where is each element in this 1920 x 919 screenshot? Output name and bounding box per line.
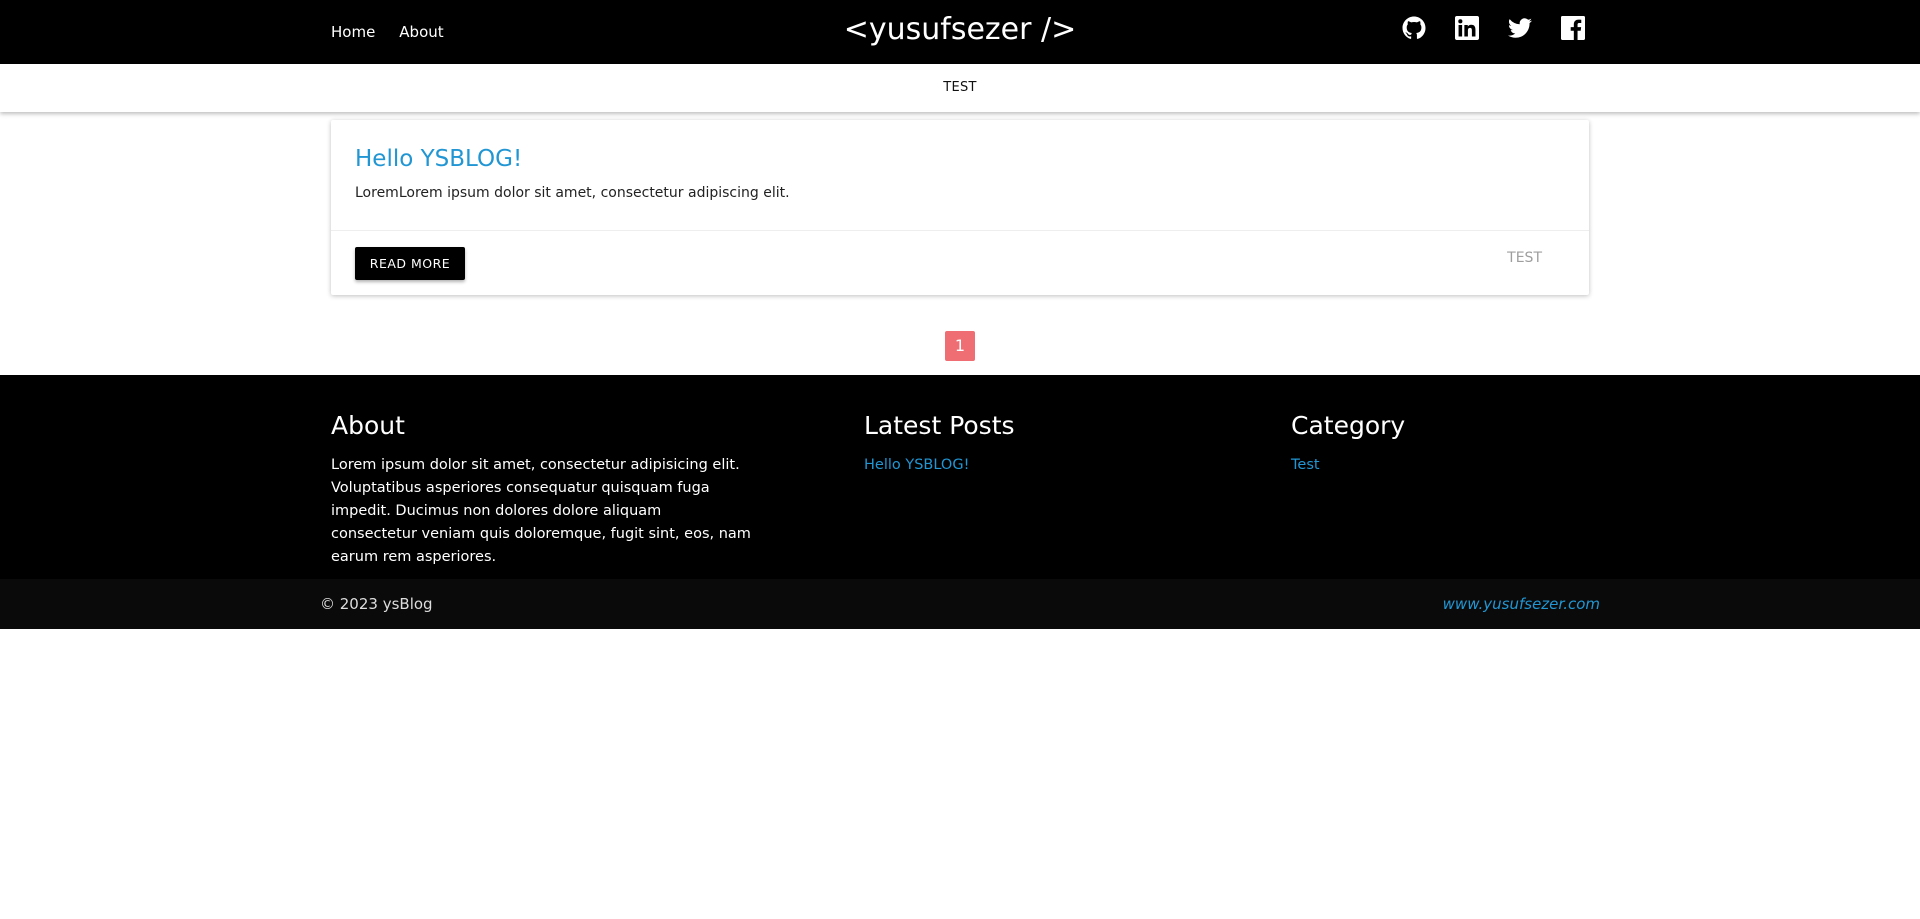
site-link[interactable]: www.yusufsezer.com <box>1443 595 1600 613</box>
post-tag[interactable]: TEST <box>1507 250 1542 266</box>
footer-bottom-bar: © 2023 ysBlog www.yusufsezer.com <box>0 579 1920 629</box>
linkedin-icon[interactable] <box>1455 16 1479 40</box>
github-icon[interactable] <box>1402 16 1426 40</box>
footer-category-heading: Category <box>1291 411 1406 440</box>
social-links <box>1402 16 1585 40</box>
facebook-icon[interactable] <box>1561 16 1585 40</box>
post-title[interactable]: Hello YSBLOG! <box>355 146 522 172</box>
category-bar: TEST <box>0 64 1920 112</box>
copyright-text: © 2023 ysBlog <box>320 595 433 613</box>
post-card: Hello YSBLOG! LoremLorem ipsum dolor sit… <box>331 120 1589 295</box>
footer-about-heading: About <box>331 411 405 440</box>
pagination-page-1[interactable]: 1 <box>945 331 975 361</box>
top-navbar: Home About <yusufsezer /> <box>0 0 1920 64</box>
footer-about-text: Lorem ipsum dolor sit amet, consectetur … <box>331 457 751 565</box>
footer-about: About Lorem ipsum dolor sit amet, consec… <box>331 411 751 569</box>
category-test-link[interactable]: TEST <box>943 64 977 112</box>
nav-home-link[interactable]: Home <box>331 23 375 41</box>
nav-links: Home About <box>331 0 444 64</box>
footer-category: Category Test <box>1291 411 1405 473</box>
footer-latest-posts: Latest Posts Hello YSBLOG! <box>864 411 1015 473</box>
twitter-icon[interactable] <box>1508 16 1532 40</box>
brand-container: <yusufsezer /> <box>0 12 1920 47</box>
footer-latest-post-link[interactable]: Hello YSBLOG! <box>864 457 969 473</box>
footer-category-link[interactable]: Test <box>1291 457 1320 473</box>
read-more-button[interactable]: READ MORE <box>355 247 465 280</box>
brand-logo-text[interactable]: <yusufsezer /> <box>844 12 1077 47</box>
post-excerpt: LoremLorem ipsum dolor sit amet, consect… <box>355 185 790 201</box>
footer-latest-heading: Latest Posts <box>864 411 1015 440</box>
footer: About Lorem ipsum dolor sit amet, consec… <box>0 375 1920 579</box>
nav-about-link[interactable]: About <box>399 23 443 41</box>
card-divider <box>331 230 1589 231</box>
